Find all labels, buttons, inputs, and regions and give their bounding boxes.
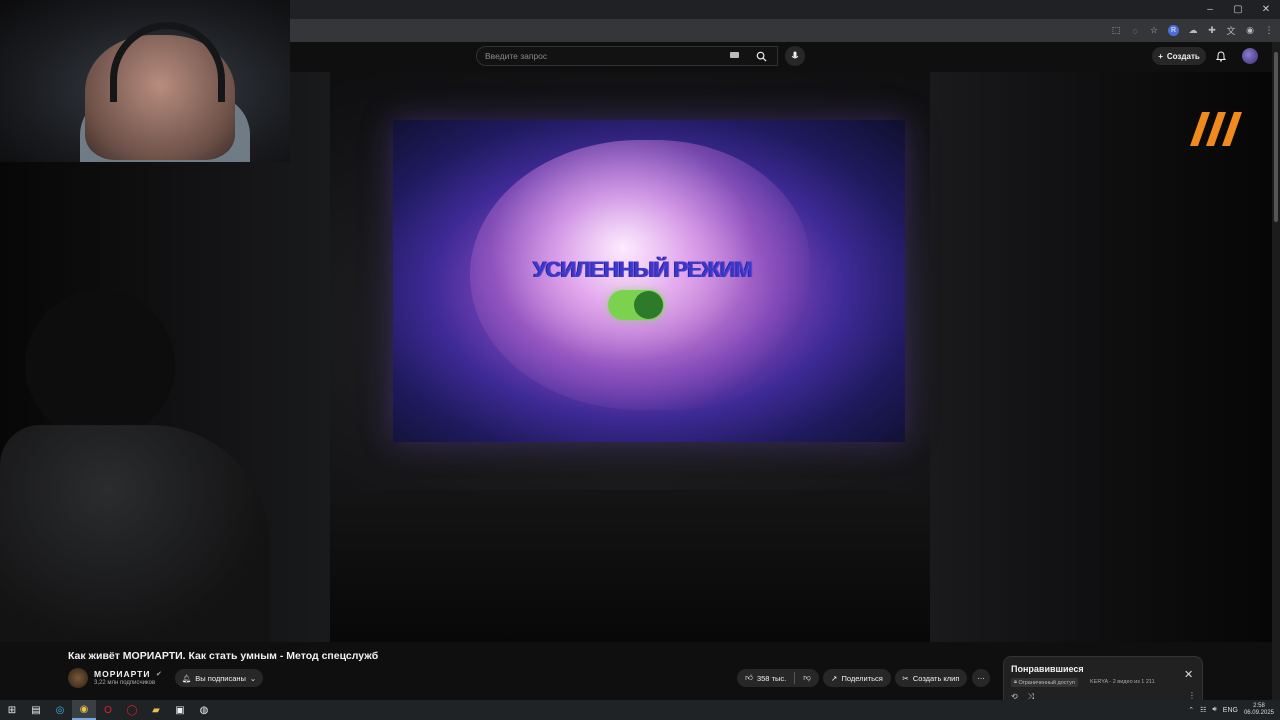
thumbs-down-icon[interactable]: 👎︎ xyxy=(803,673,811,683)
video-scene-right xyxy=(930,72,1272,642)
clock[interactable]: 2:58 06.09.2025 xyxy=(1244,703,1274,717)
extension-r-icon[interactable]: R xyxy=(1168,25,1179,36)
browser-menu-icon[interactable]: ⋮ xyxy=(1264,25,1274,36)
extension-cloud-icon[interactable]: ☁ xyxy=(1188,25,1198,36)
webcam-overlay xyxy=(0,0,290,162)
more-actions-button[interactable]: ⋯ xyxy=(972,669,990,687)
search-icon xyxy=(756,51,767,62)
app-window-icon[interactable]: ▣ xyxy=(168,700,192,720)
chevron-down-icon: ⌄ xyxy=(249,673,257,683)
profile-icon[interactable]: ◉ xyxy=(1245,25,1255,36)
clip-button[interactable]: ✂ Создать клип xyxy=(895,669,967,687)
install-app-icon[interactable]: ⬚ xyxy=(1111,25,1121,36)
minimize-button[interactable]: – xyxy=(1196,0,1224,19)
chrome-icon[interactable]: ◉ xyxy=(72,700,96,720)
subscriber-count: 3,22 млн подписчиков xyxy=(94,680,156,686)
overlay-toggle-knob xyxy=(634,291,663,319)
channel-name[interactable]: МОРИАРТИ xyxy=(94,669,150,679)
search-placeholder: Введите запрос xyxy=(485,51,548,61)
share-label: Поделиться xyxy=(841,673,883,683)
video-silhouette xyxy=(25,290,175,440)
obs-icon[interactable]: ◍ xyxy=(192,700,216,720)
opera-icon[interactable]: O xyxy=(96,700,120,720)
bookmark-star-icon[interactable]: ☆ xyxy=(1149,25,1159,36)
bell-icon: 🔔︎ xyxy=(181,673,192,683)
scrollbar-thumb[interactable] xyxy=(1274,52,1278,222)
channel-avatar[interactable] xyxy=(68,668,88,688)
translate-icon[interactable]: 文 xyxy=(1226,26,1236,36)
create-button[interactable]: + Создать xyxy=(1152,47,1206,65)
playlist-access-badge: 🔒︎ Ограниченный доступ xyxy=(1011,678,1078,687)
microphone-icon xyxy=(791,51,799,59)
user-avatar[interactable] xyxy=(1242,48,1258,64)
verified-icon: ✔ xyxy=(156,671,162,678)
subscribe-button[interactable]: 🔔︎ Вы подписаны ⌄ xyxy=(175,669,263,687)
create-label: Создать xyxy=(1166,51,1200,61)
channel-watermark-logo xyxy=(1190,112,1242,146)
windows-start-icon[interactable]: ⊞ xyxy=(0,700,24,720)
playlist-access-label: Ограниченный доступ xyxy=(1018,679,1075,686)
window-controls: – ▢ ✕ xyxy=(1196,0,1280,19)
bell-icon xyxy=(1216,50,1226,62)
playlist-meta: KERYA - 2 видео из 1 211 xyxy=(1090,679,1155,685)
language-indicator[interactable]: ENG xyxy=(1223,707,1238,714)
notifications-button[interactable] xyxy=(1214,49,1228,63)
scissors-icon: ✂ xyxy=(902,673,909,683)
keyboard-icon[interactable] xyxy=(730,52,739,58)
file-explorer-icon[interactable]: ▰ xyxy=(144,700,168,720)
close-icon[interactable]: ✕ xyxy=(1184,668,1193,681)
like-count[interactable]: 358 тыс. xyxy=(757,674,786,683)
windows-taskbar: ⊞ ▤ ◎ ◉ O ◯ ▰ ▣ ◍ xyxy=(0,700,1280,720)
video-overlay-text: УСИЛЕННЫЙ РЕЖИМ xyxy=(532,257,753,282)
thumbs-up-icon[interactable]: 👍︎ xyxy=(745,673,753,683)
clock-date: 06.09.2025 xyxy=(1243,710,1274,716)
edge-icon[interactable]: ◎ xyxy=(48,700,72,720)
clock-time: 2:58 xyxy=(1253,703,1265,709)
volume-icon[interactable]: 🔊︎ xyxy=(1212,706,1216,714)
video-chair xyxy=(0,425,270,642)
maximize-button[interactable]: ▢ xyxy=(1224,0,1252,19)
share-button[interactable]: ↗ Поделиться xyxy=(823,669,891,687)
headset-icon xyxy=(110,22,225,102)
opera-gx-icon[interactable]: ◯ xyxy=(120,700,144,720)
close-window-button[interactable]: ✕ xyxy=(1252,0,1280,19)
subscribe-label: Вы подписаны xyxy=(195,673,246,683)
task-view-icon[interactable]: ▤ xyxy=(24,700,48,720)
eye-off-icon[interactable]: ◌ xyxy=(1130,26,1140,36)
like-dislike-group: 👍︎ 358 тыс. 👎︎ xyxy=(737,669,819,687)
tray-overflow-icon[interactable]: ⌃ xyxy=(1188,706,1194,714)
plus-icon: + xyxy=(1158,51,1163,61)
share-icon: ↗ xyxy=(831,673,838,683)
divider xyxy=(794,672,796,684)
voice-search-button[interactable] xyxy=(785,46,805,66)
clip-label: Создать клип xyxy=(912,673,960,683)
video-title: Как живёт МОРИАРТИ. Как стать умным - Ме… xyxy=(68,650,379,662)
video-scene-floor xyxy=(330,490,930,642)
system-tray: ⌃ ☷ 🔊︎ ENG 2:58 06.09.2025 xyxy=(1188,700,1274,720)
playlist-title[interactable]: Понравившиеся xyxy=(1011,664,1084,674)
network-icon[interactable]: ☷ xyxy=(1200,706,1206,714)
extensions-puzzle-icon[interactable]: ✚ xyxy=(1207,25,1217,36)
more-horizontal-icon: ⋯ xyxy=(977,673,985,683)
search-button[interactable] xyxy=(748,46,774,66)
playlist-menu-icon[interactable]: ⋮ xyxy=(1188,691,1196,700)
